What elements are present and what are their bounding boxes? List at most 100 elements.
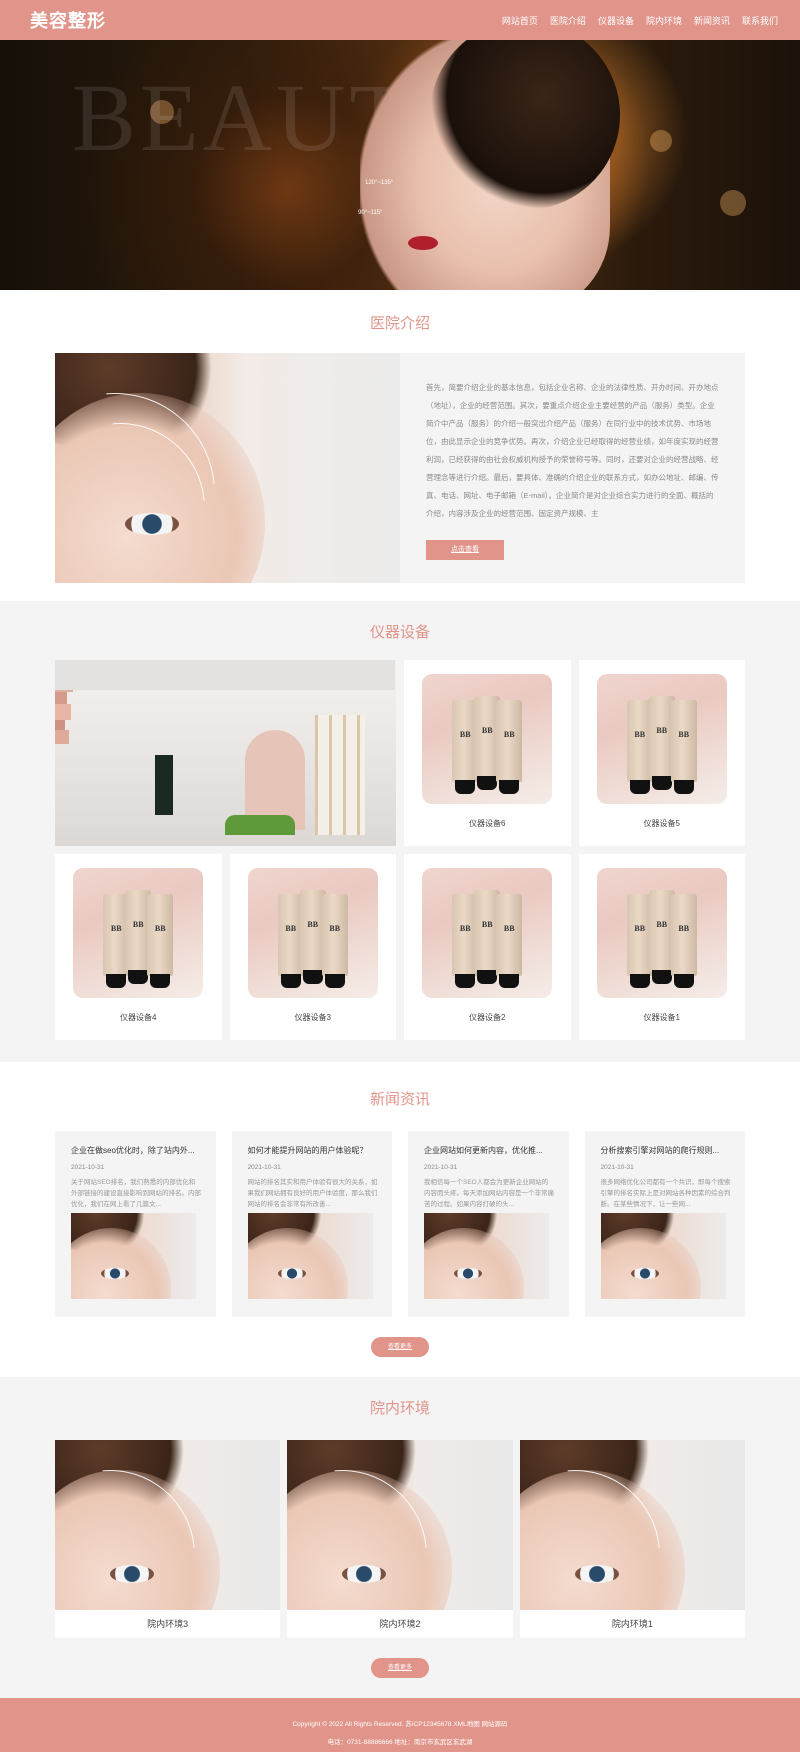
bokeh-light xyxy=(720,190,746,216)
planter xyxy=(225,815,295,835)
news-item-date: 2021-10-31 xyxy=(424,1164,458,1171)
equipment-card[interactable]: BB BB BB 仪器设备1 xyxy=(578,854,745,1040)
equipment-feature-image[interactable] xyxy=(55,660,396,846)
environment-more-button[interactable]: 查看更多 xyxy=(371,1658,429,1678)
nav-contact[interactable]: 联系我们 xyxy=(742,14,778,27)
main-nav: 网站首页 医院介绍 仪器设备 院内环境 新闻资讯 联系我们 xyxy=(502,14,778,27)
product-tube: BB xyxy=(670,894,697,988)
product-tube: BB xyxy=(670,700,697,794)
product-mark: BB xyxy=(678,924,690,933)
environment-image xyxy=(287,1440,513,1610)
intro-image xyxy=(55,353,400,583)
environment-title: 院内环境 xyxy=(369,1400,430,1417)
bokeh-light xyxy=(650,130,672,152)
news-item-date: 2021-10-31 xyxy=(71,1164,105,1171)
product-mark: BB xyxy=(329,924,341,933)
news-item-date: 2021-10-31 xyxy=(600,1164,634,1171)
face-eye xyxy=(277,1268,306,1279)
product-image: BB BB BB xyxy=(596,674,727,804)
news-more-button[interactable]: 查看更多 xyxy=(371,1337,429,1357)
environment-label: 院内环境3 xyxy=(147,1619,189,1629)
environment-label: 院内环境1 xyxy=(611,1619,653,1629)
site-footer: Copyright © 2022 All Rights Reserved. 苏I… xyxy=(0,1698,800,1752)
environment-section: 院内环境 院内环境3 院内环境2 院内环境1 查看更多 xyxy=(0,1377,800,1698)
news-card[interactable]: 如何才能提升网站的用户体验呢？ 2021-10-31 网站的排名其实和用户体验有… xyxy=(231,1131,392,1317)
nav-environment[interactable]: 院内环境 xyxy=(646,14,682,27)
environment-label: 院内环境2 xyxy=(379,1619,421,1629)
face-eye xyxy=(630,1268,659,1279)
environment-card[interactable]: 院内环境1 xyxy=(519,1440,745,1638)
news-item-date: 2021-10-31 xyxy=(247,1164,281,1171)
equipment-label: 仪器设备6 xyxy=(469,819,506,828)
product-mark: BB xyxy=(154,924,166,933)
equipment-label: 仪器设备2 xyxy=(469,1013,506,1022)
product-tube: BB xyxy=(496,700,523,794)
hanging-ball xyxy=(55,720,65,730)
product-image: BB BB BB xyxy=(247,868,378,998)
product-image: BB BB BB xyxy=(422,868,553,998)
nav-equipment[interactable]: 仪器设备 xyxy=(598,14,634,27)
news-item-title[interactable]: 企业网站如何更新内容，优化推... xyxy=(424,1145,555,1156)
intro-paragraph: 首先，简要介绍企业的基本信息，包括企业名称、企业的法律性质、开办时间、开办地点（… xyxy=(426,383,719,518)
product-tube: BB xyxy=(496,894,523,988)
ceiling xyxy=(55,660,395,690)
equipment-card[interactable]: BB BB BB 仪器设备5 xyxy=(578,660,745,846)
nav-hospital-intro[interactable]: 医院介绍 xyxy=(550,14,586,27)
equipment-label: 仪器设备3 xyxy=(294,1013,331,1022)
doorway xyxy=(155,755,173,815)
news-item-desc: 很多网络优化公司都有一个共识，即每个搜索引擎的排名实际上是对网站各种因素的综合判… xyxy=(600,1179,731,1208)
product-mark: BB xyxy=(678,730,690,739)
intro-text-block: 首先，简要介绍企业的基本信息，包括企业名称、企业的法律性质、开办时间、开办地点（… xyxy=(400,353,745,583)
top-header: 美容整形 网站首页 医院介绍 仪器设备 院内环境 新闻资讯 联系我们 xyxy=(0,0,800,40)
equipment-card[interactable]: BB BB BB 仪器设备2 xyxy=(404,854,571,1040)
hero-model-lips xyxy=(408,236,438,250)
face-skin xyxy=(600,1228,701,1299)
equipment-card[interactable]: BB BB BB 仪器设备4 xyxy=(55,854,222,1040)
window-frame xyxy=(315,715,365,835)
news-item-desc: 关于网站SEO排名，我们熟悉的内部优化和外部链接的建设直接影响到网站的排名。内部… xyxy=(71,1179,201,1208)
product-tube: BB xyxy=(321,894,348,988)
product-image: BB BB BB xyxy=(422,674,553,804)
nav-news[interactable]: 新闻资讯 xyxy=(694,14,730,27)
product-image: BB BB BB xyxy=(596,868,727,998)
hanging-ball xyxy=(55,730,69,744)
news-card[interactable]: 分析搜索引擎对网站的爬行规则... 2021-10-31 很多网络优化公司都有一… xyxy=(584,1131,745,1317)
site-logo[interactable]: 美容整形 xyxy=(30,7,106,33)
environment-card[interactable]: 院内环境2 xyxy=(287,1440,513,1638)
news-item-image xyxy=(600,1213,726,1299)
news-item-image xyxy=(424,1213,549,1299)
hero-banner: BEAUTY 120°~135° 90°~115° xyxy=(0,40,800,290)
news-item-image xyxy=(71,1213,196,1299)
news-item-title[interactable]: 企业在做seo优化时，除了站内外... xyxy=(71,1145,202,1156)
environment-card[interactable]: 院内环境3 xyxy=(55,1440,281,1638)
product-mark: BB xyxy=(503,924,515,933)
news-card[interactable]: 企业网站如何更新内容，优化推... 2021-10-31 我相信每一个SEO人都… xyxy=(408,1131,569,1317)
equipment-grid: BB BB BB 仪器设备6 BB BB BB 仪器设备5 BB BB BB 仪… xyxy=(55,660,745,1040)
intro-view-button[interactable]: 点击查看 xyxy=(426,540,504,560)
environment-image xyxy=(519,1440,745,1610)
product-tube: BB xyxy=(147,894,174,988)
news-item-title[interactable]: 分析搜索引擎对网站的爬行规则... xyxy=(601,1145,732,1156)
news-section: 新闻资讯 企业在做seo优化时，除了站内外... 2021-10-31 关于网站… xyxy=(0,1062,800,1377)
nav-home[interactable]: 网站首页 xyxy=(502,14,538,27)
face-eye xyxy=(454,1268,482,1279)
product-image: BB BB BB xyxy=(73,868,204,998)
news-title: 新闻资讯 xyxy=(369,1091,430,1108)
face-skin xyxy=(71,1228,171,1299)
news-grid: 企业在做seo优化时，除了站内外... 2021-10-31 关于网站SEO排名… xyxy=(55,1131,745,1317)
hanging-ball xyxy=(55,704,71,720)
news-card[interactable]: 企业在做seo优化时，除了站内外... 2021-10-31 关于网站SEO排名… xyxy=(55,1131,216,1317)
face-skin xyxy=(424,1228,524,1299)
equipment-label: 仪器设备4 xyxy=(120,1013,157,1022)
product-mark: BB xyxy=(503,730,515,739)
news-item-title[interactable]: 如何才能提升网站的用户体验呢？ xyxy=(248,1145,379,1156)
equipment-label: 仪器设备1 xyxy=(643,1013,680,1022)
hero-angle-label: 120°~135° xyxy=(365,180,394,186)
hanging-ball xyxy=(55,692,67,704)
environment-grid: 院内环境3 院内环境2 院内环境1 xyxy=(55,1440,745,1638)
equipment-card[interactable]: BB BB BB 仪器设备3 xyxy=(229,854,396,1040)
news-item-desc: 网站的排名其实和用户体验有很大的关系，如果我们网站拥有良好的用户体验度，那么我们… xyxy=(247,1179,378,1208)
footer-copyright: Copyright © 2022 All Rights Reserved. 苏I… xyxy=(292,1721,508,1728)
footer-contact: 电话：0731-88886666 地址：南京市玄武区玄武湖 xyxy=(327,1739,473,1746)
equipment-card[interactable]: BB BB BB 仪器设备6 xyxy=(404,660,571,846)
